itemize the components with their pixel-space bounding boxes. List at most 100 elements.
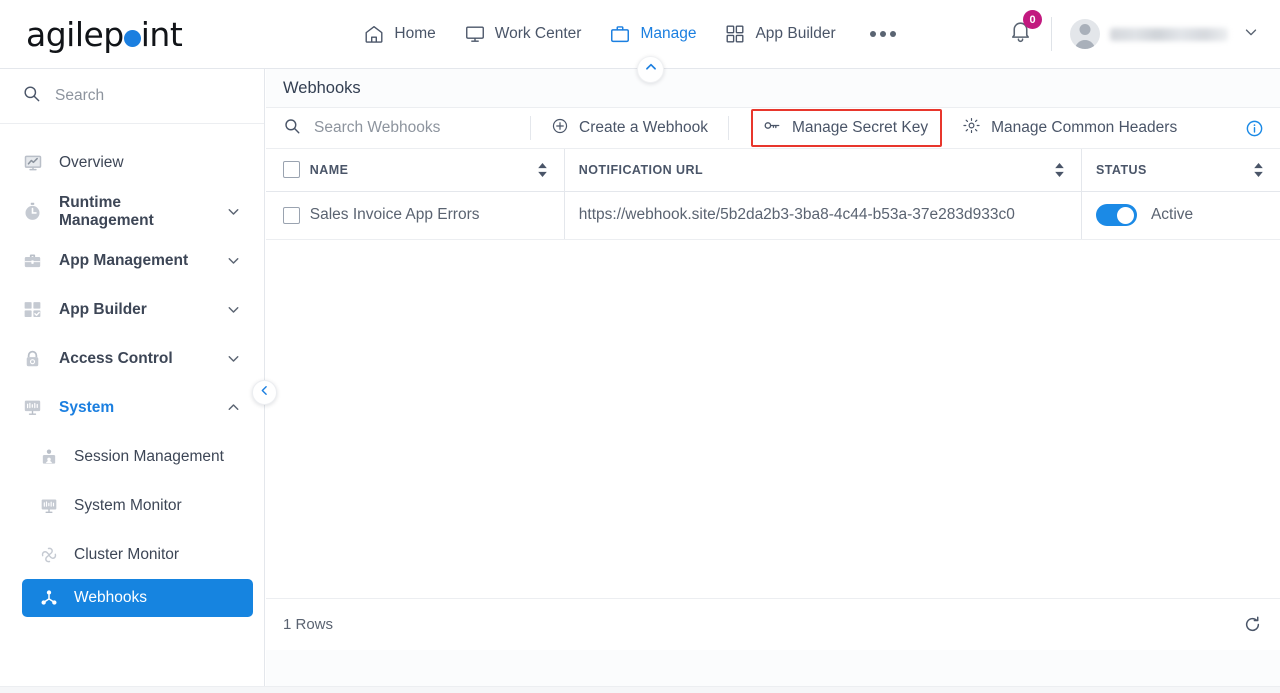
top-header: agilep int Home Work Center Manage App B…: [0, 0, 1280, 69]
sidebar-item-overview[interactable]: Overview: [0, 138, 264, 187]
sort-icon[interactable]: [1253, 162, 1264, 177]
grid-icon: [724, 23, 746, 45]
manage-secret-key-button[interactable]: Manage Secret Key: [750, 109, 943, 147]
row-select-cell: [266, 191, 310, 240]
sidebar-menu: Overview Runtime Management App Manageme…: [0, 124, 264, 617]
manage-common-headers-button[interactable]: Manage Common Headers: [956, 112, 1183, 144]
webhook-search-input[interactable]: [314, 119, 494, 137]
search-icon: [22, 84, 41, 108]
nav-label-manage: Manage: [640, 25, 697, 42]
sidebar-item-session-management[interactable]: Session Management: [0, 432, 264, 481]
sidebar-item-app-management[interactable]: App Management: [0, 236, 264, 285]
nav-item-home[interactable]: Home: [363, 14, 436, 54]
main-navigation: Home Work Center Manage App Builder: [265, 0, 998, 68]
bell-icon: [1008, 22, 1033, 48]
sidebar: Overview Runtime Management: [0, 69, 277, 693]
create-webhook-label: Create a Webhook: [579, 119, 708, 136]
column-label-name: NAME: [309, 162, 349, 177]
webhook-search[interactable]: [283, 117, 516, 140]
select-all-checkbox[interactable]: [283, 161, 300, 179]
chevron-down-icon[interactable]: [225, 301, 242, 318]
user-card-icon: [38, 447, 59, 467]
rows-count-label: 1 Rows: [283, 616, 334, 633]
status-toggle[interactable]: [1095, 204, 1137, 226]
manage-secret-key-label: Manage Secret Key: [791, 119, 929, 136]
sidebar-label-access-control: Access Control: [59, 349, 173, 367]
ellipsis-dot: [879, 31, 886, 37]
chevron-down-icon[interactable]: [225, 203, 242, 220]
notification-badge: 0: [1023, 10, 1042, 29]
nav-label-app-builder: App Builder: [755, 25, 836, 42]
nav-item-app-builder[interactable]: App Builder: [724, 14, 836, 54]
nav-item-manage[interactable]: Manage: [609, 14, 696, 54]
system-monitor-icon: [22, 397, 43, 418]
refresh-button[interactable]: [1243, 615, 1262, 634]
logo-text-after: int: [140, 14, 183, 54]
select-all-header: [266, 149, 310, 192]
app-root: agilep int Home Work Center Manage App B…: [0, 0, 1280, 693]
ellipsis-icon[interactable]: [866, 31, 900, 37]
toolbar: Create a Webhook Manage Secret Key: [266, 107, 1280, 149]
column-header-status[interactable]: STATUS: [1080, 149, 1280, 192]
search-icon: [283, 117, 301, 140]
sidebar-item-app-builder[interactable]: App Builder: [0, 285, 264, 334]
sidebar-search-input[interactable]: [55, 87, 225, 105]
info-circle-icon[interactable]: [1245, 119, 1266, 138]
create-webhook-button[interactable]: Create a Webhook: [545, 113, 714, 144]
row-status-cell: Active: [1080, 191, 1280, 240]
toolbar-divider: [530, 116, 531, 140]
sidebar-collapse-button[interactable]: [252, 380, 277, 405]
column-header-name[interactable]: NAME: [309, 149, 565, 192]
sidebar-search[interactable]: [0, 69, 264, 124]
table-row[interactable]: Sales Invoice App Errors https://webhook…: [266, 191, 1280, 240]
sort-icon[interactable]: [537, 162, 548, 177]
chevron-up-icon[interactable]: [225, 399, 242, 416]
bottom-strip: [0, 686, 1280, 693]
sidebar-item-cluster-monitor[interactable]: Cluster Monitor: [0, 530, 264, 579]
briefcase-icon: [22, 250, 43, 271]
row-checkbox[interactable]: [283, 206, 300, 224]
brand-logo-text: agilep int: [26, 14, 183, 54]
chart-monitor-icon: [22, 153, 43, 173]
sidebar-label-system-monitor: System Monitor: [74, 496, 182, 514]
stopwatch-icon: [22, 201, 43, 222]
sidebar-label-app-management: App Management: [59, 251, 189, 269]
column-label-status: STATUS: [1095, 162, 1147, 177]
sidebar-label-webhooks: Webhooks: [74, 589, 147, 606]
user-name-label: [1110, 27, 1228, 41]
sidebar-item-runtime-management[interactable]: Runtime Management: [0, 187, 264, 236]
chevron-down-icon[interactable]: [225, 252, 242, 269]
sort-icon[interactable]: [1054, 162, 1065, 177]
manage-common-headers-label: Manage Common Headers: [991, 119, 1178, 136]
panel-collapse-button[interactable]: [637, 56, 664, 83]
chevron-down-icon[interactable]: [225, 350, 242, 367]
column-header-notification-url[interactable]: NOTIFICATION URL: [563, 149, 1082, 192]
nav-item-work-center[interactable]: Work Center: [464, 14, 581, 54]
brand-logo[interactable]: agilep int: [0, 0, 265, 68]
logo-dot-icon: [123, 29, 141, 47]
sidebar-item-system-monitor[interactable]: System Monitor: [0, 481, 264, 530]
table-head: NAME NOTIFICATION URL STATUS: [266, 149, 1280, 192]
gear-icon: [962, 116, 981, 140]
avatar-icon: [1070, 19, 1100, 49]
table-body: Sales Invoice App Errors https://webhook…: [266, 191, 1280, 240]
monitor-icon: [464, 23, 486, 45]
user-menu[interactable]: [1052, 19, 1260, 49]
webhooks-table-area: NAME NOTIFICATION URL STATUS Sales Invoi…: [266, 149, 1280, 650]
webhooks-table: NAME NOTIFICATION URL STATUS Sales Invoi…: [266, 149, 1280, 240]
webhook-node-icon: [38, 588, 59, 608]
row-name-cell: Sales Invoice App Errors: [309, 191, 565, 240]
sidebar-label-overview: Overview: [59, 153, 124, 171]
briefcase-icon: [609, 23, 631, 45]
page-title: Webhooks: [283, 78, 361, 97]
sidebar-item-access-control[interactable]: Access Control: [0, 334, 264, 383]
system-monitor-icon: [38, 496, 59, 516]
notifications-button[interactable]: 0: [998, 10, 1051, 49]
home-icon: [363, 23, 385, 45]
logo-text-before: agilep: [26, 14, 124, 54]
sidebar-item-system[interactable]: System: [0, 383, 264, 432]
nav-label-home: Home: [394, 25, 436, 42]
header-right-cluster: 0: [998, 0, 1280, 68]
status-label: Active: [1150, 206, 1194, 223]
sidebar-item-webhooks[interactable]: Webhooks: [22, 579, 253, 617]
